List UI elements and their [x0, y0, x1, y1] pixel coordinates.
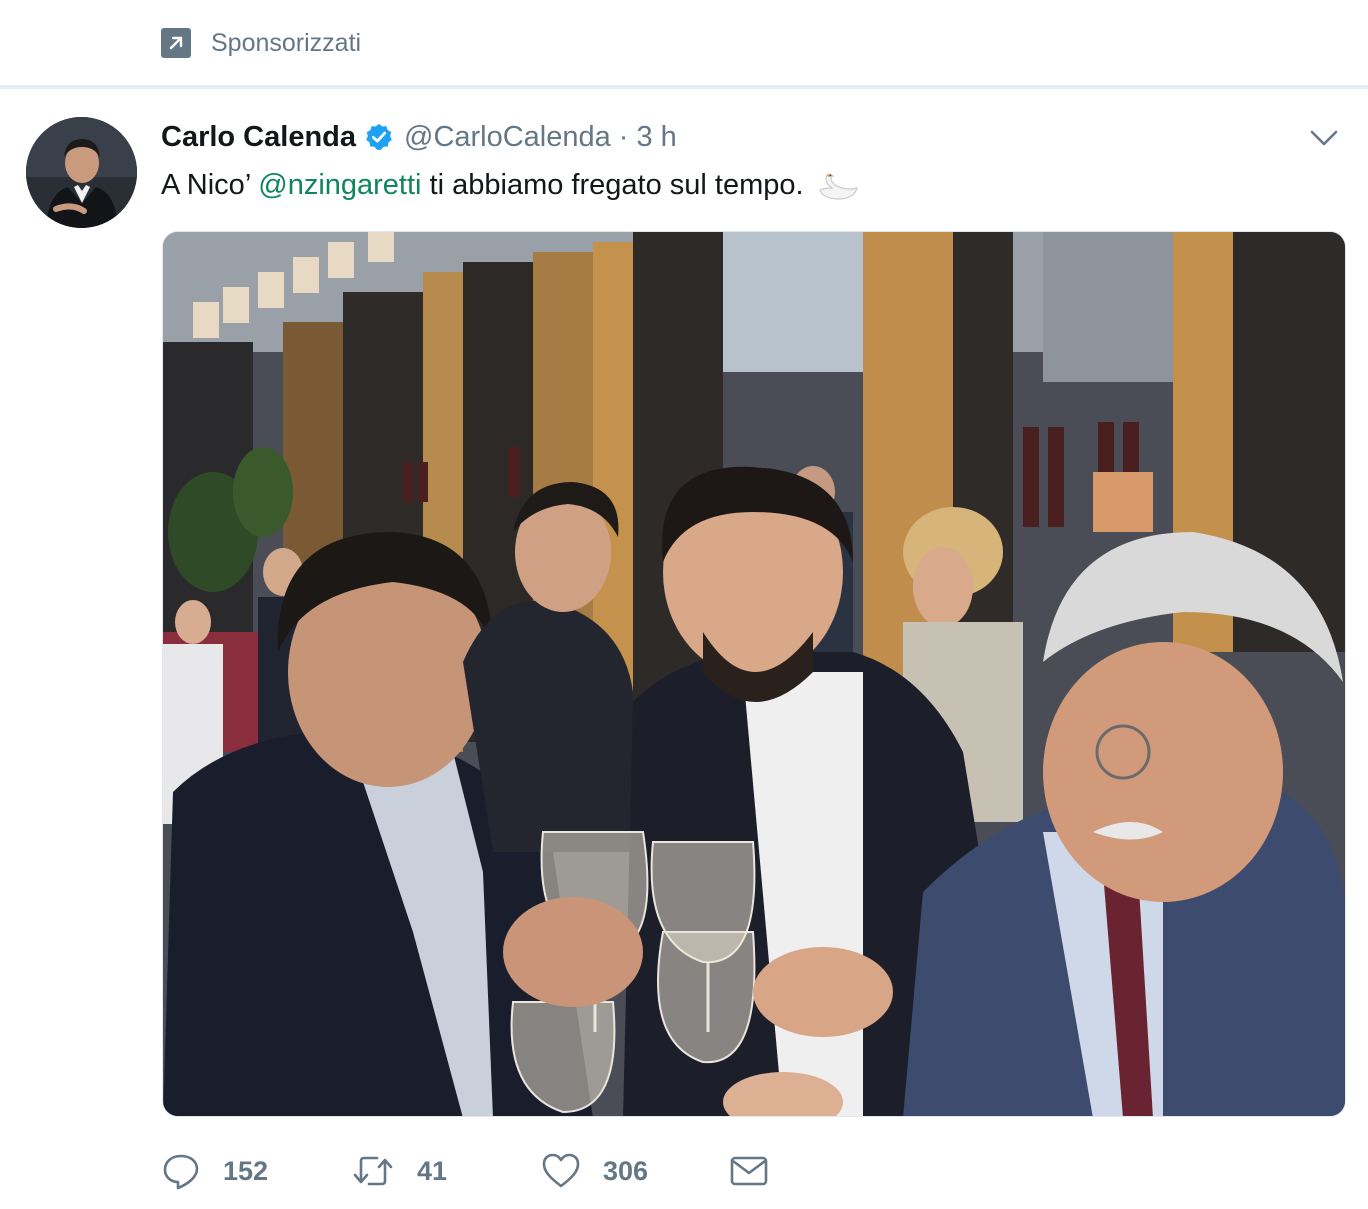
heart-icon — [542, 1153, 580, 1188]
retweet-button[interactable]: 41 — [351, 1149, 447, 1193]
like-button[interactable]: 306 — [541, 1149, 648, 1193]
verified-badge-icon — [366, 123, 392, 150]
tweet-header: Carlo Calenda @CarloCalenda · 3 h — [161, 117, 677, 157]
tweet-timestamp[interactable]: 3 h — [636, 121, 676, 154]
display-name[interactable]: Carlo Calenda — [161, 121, 356, 154]
separator-dot: · — [618, 120, 629, 153]
username-handle[interactable]: @CarloCalenda — [404, 121, 611, 154]
direct-message-button[interactable] — [729, 1149, 769, 1193]
reply-icon — [163, 1154, 199, 1190]
avatar[interactable] — [26, 117, 137, 228]
retweet-count: 41 — [417, 1155, 448, 1186]
promoted-bar: Sponsorizzati — [0, 0, 1368, 86]
tweet-text-start: A Nico’ — [161, 169, 259, 201]
mention-link[interactable]: @nzingaretti — [258, 167, 421, 203]
tweet-text: A Nico’ @nzingaretti ti abbiamo fregato … — [161, 167, 860, 203]
promoted-label: Sponsorizzati — [211, 29, 362, 57]
tweet-card[interactable]: Carlo Calenda @CarloCalenda · 3 h A Nico… — [0, 89, 1368, 1209]
reply-button[interactable]: 152 — [161, 1149, 268, 1193]
tweet-actions: 152 41 306 — [161, 1149, 861, 1193]
reply-count: 152 — [223, 1155, 269, 1186]
swan-icon — [818, 173, 858, 200]
promoted-arrow-icon — [161, 28, 191, 58]
chevron-down-icon[interactable] — [1306, 123, 1342, 153]
envelope-icon — [730, 1156, 768, 1186]
like-count: 306 — [603, 1155, 649, 1186]
tweet-photo[interactable] — [162, 231, 1346, 1117]
tweet-text-end: ti abbiamo fregato sul tempo. — [421, 169, 804, 201]
retweet-icon — [353, 1156, 393, 1186]
